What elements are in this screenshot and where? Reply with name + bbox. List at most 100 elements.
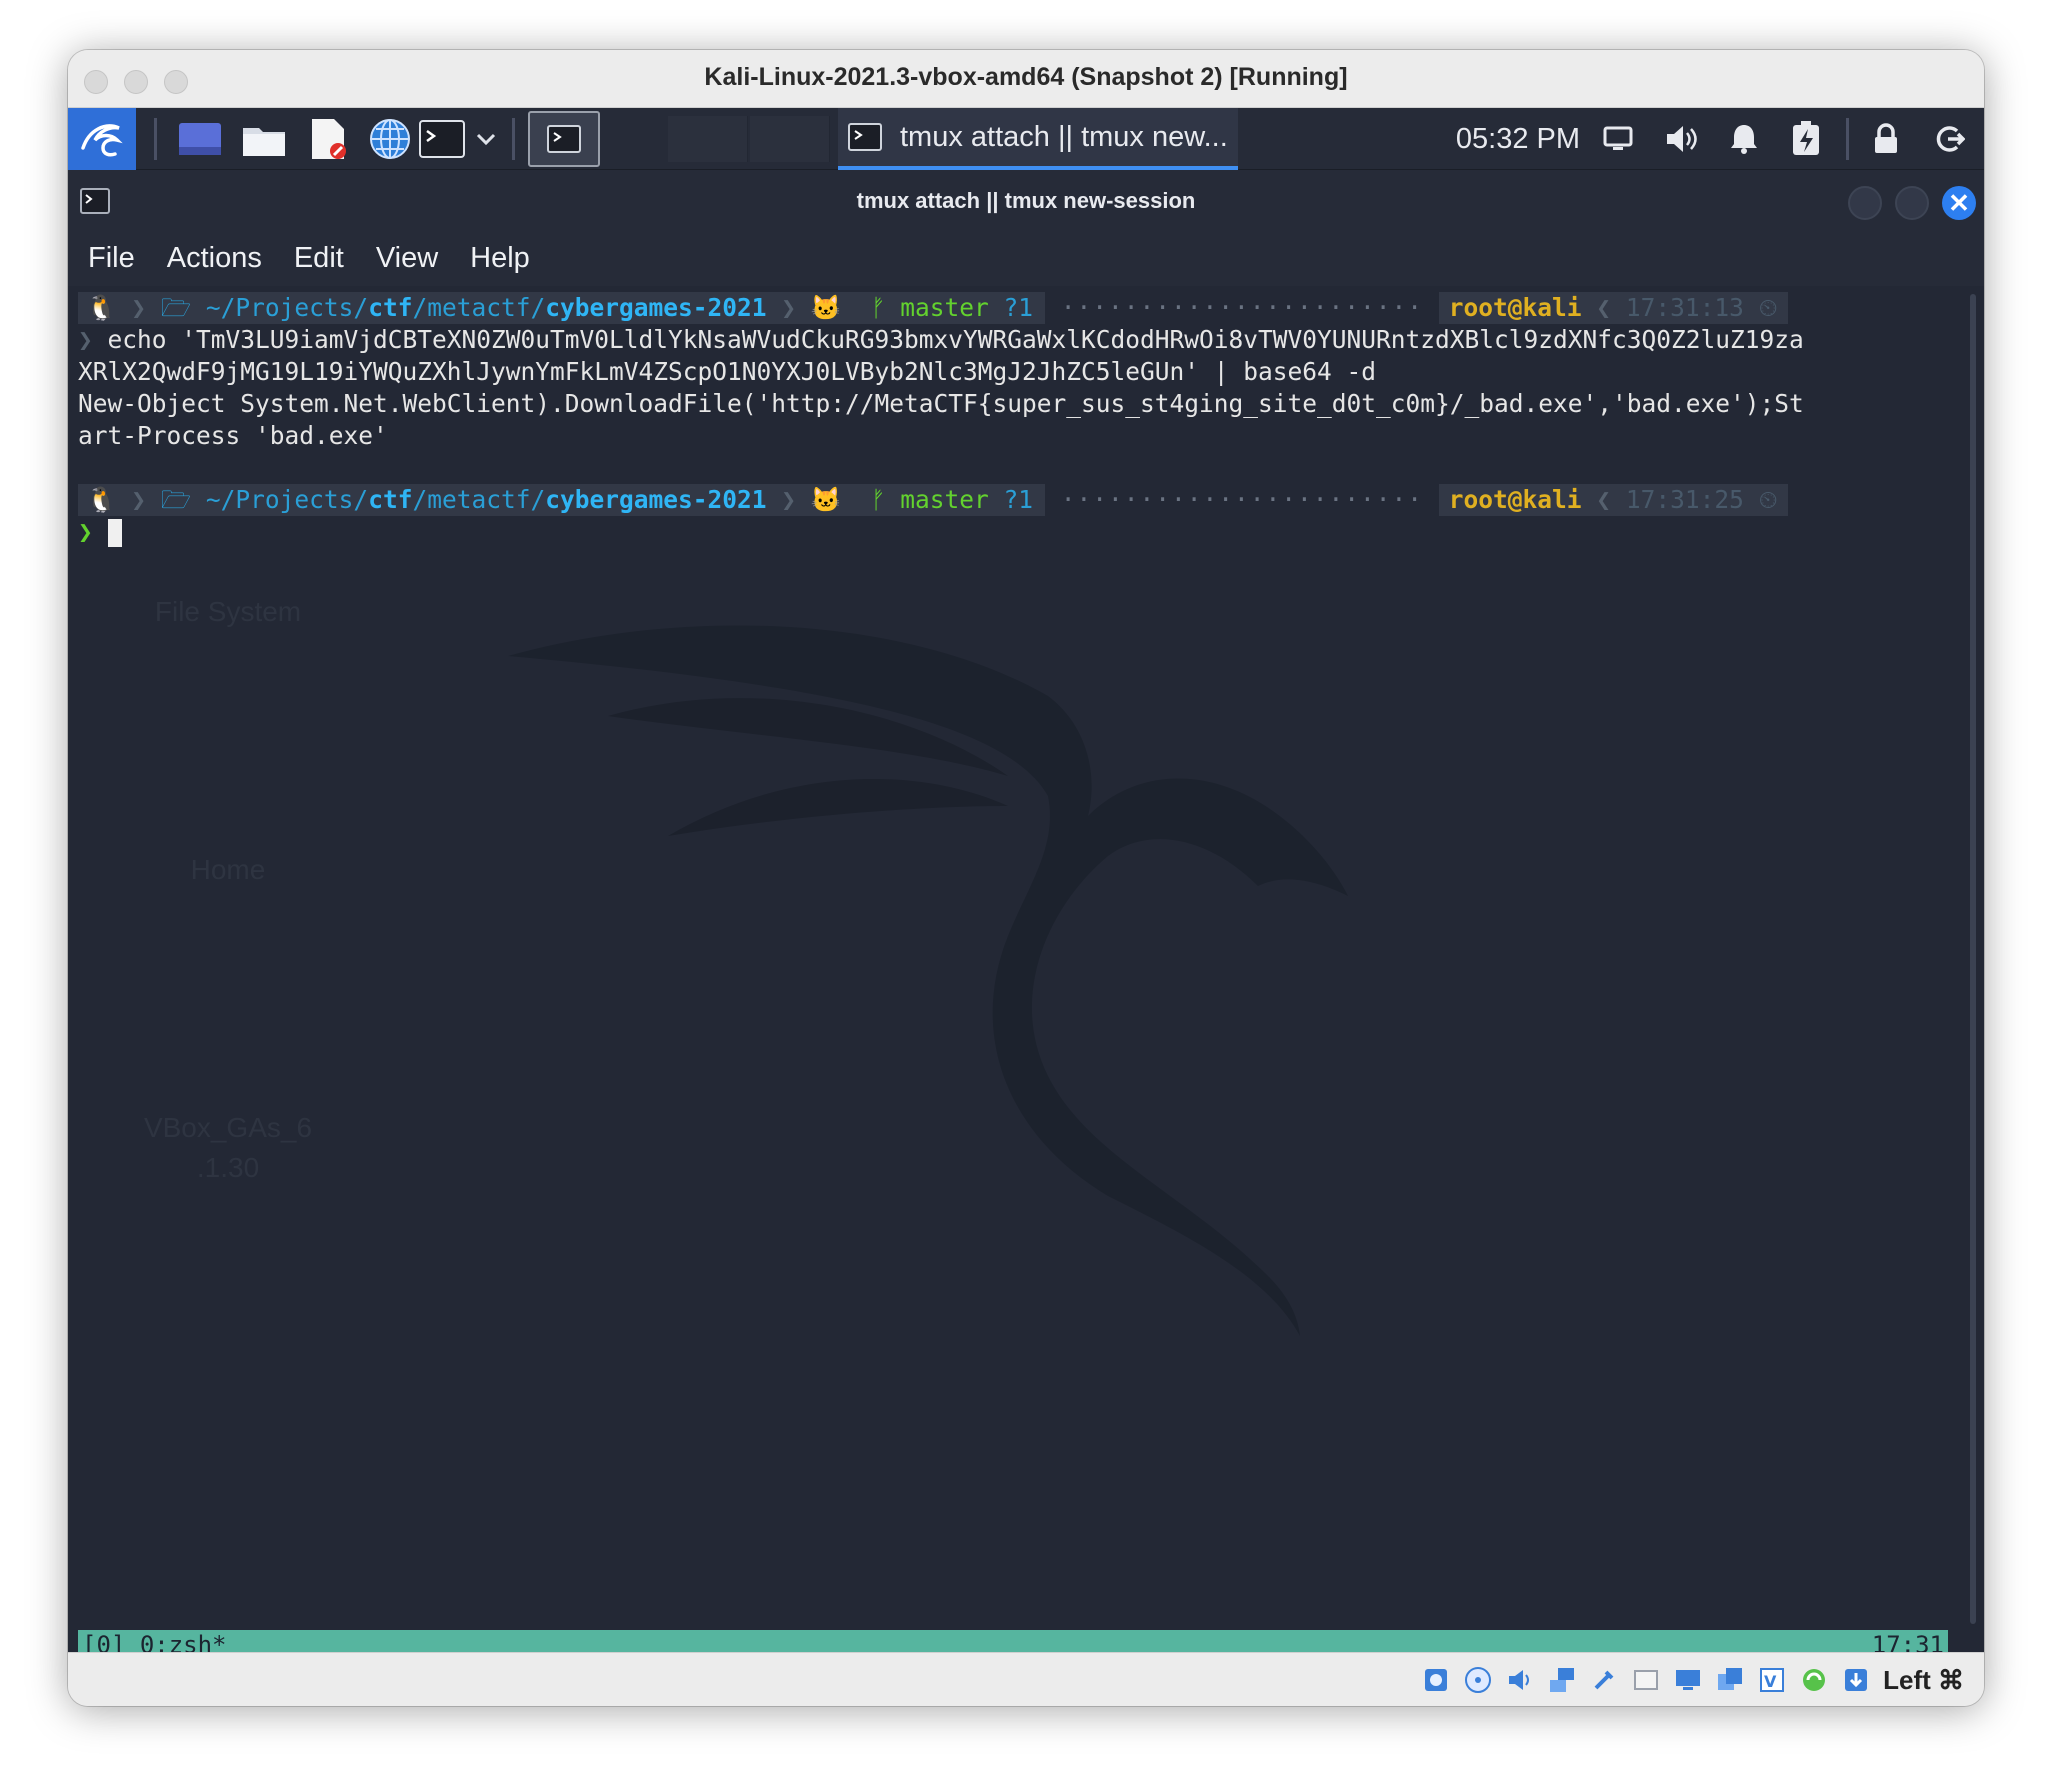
tmux-time: 17:31 — [1871, 1631, 1944, 1652]
prompt-path: ~/Projects/ — [205, 293, 369, 322]
prompt-time: 17:31:13 — [1625, 293, 1744, 322]
clock-icon: ⏲ — [1743, 293, 1778, 322]
hard-disk-icon[interactable] — [1421, 1665, 1451, 1695]
prompt-path: ctf — [368, 485, 413, 514]
terminal-content[interactable]: File System Home VBox_GAs_6 .1.30 🐧 ❯ 🗁 … — [68, 286, 1984, 1652]
output-line: New-Object System.Net.WebClient).Downloa… — [78, 389, 1804, 418]
volume-icon[interactable] — [1656, 108, 1708, 170]
command-line: ❯ echo 'TmV3LU9iamVjdCBTeXN0ZW0uTmV0Lldl… — [78, 324, 1968, 356]
virtualbox-window: Kali-Linux-2021.3-vbox-amd64 (Snapshot 2… — [68, 50, 1984, 1706]
taskbar-window-title: tmux attach || tmux new... — [900, 120, 1228, 153]
folder-icon: 🗁 — [160, 485, 206, 514]
display-settings-icon[interactable] — [1673, 1665, 1703, 1695]
prompt-filler: ······················· — [1045, 485, 1439, 514]
prompt-separator: ❮ — [1581, 293, 1626, 322]
prompt-separator: ❮ — [1581, 485, 1626, 514]
git-branch: master — [900, 485, 989, 514]
workspace-slot[interactable] — [750, 116, 830, 162]
menu-help[interactable]: Help — [470, 242, 530, 275]
notifications-bell-icon[interactable] — [1718, 108, 1770, 170]
linux-penguin-icon: 🐧 — [86, 293, 117, 322]
prompt-bar: 🐧 ❯ 🗁 ~/Projects/ctf/metactf/cybergames-… — [78, 292, 1968, 324]
github-icon: 🐱 — [810, 485, 857, 514]
optical-drive-icon[interactable] — [1463, 1665, 1493, 1695]
prompt-arrow: ❯ — [78, 517, 108, 546]
terminal-output: 🐧 ❯ 🗁 ~/Projects/ctf/metactf/cybergames-… — [78, 292, 1968, 548]
prompt-path: ctf — [368, 293, 413, 322]
terminal-scrollbar[interactable] — [1970, 294, 1976, 1624]
git-branch-icon: ᚠ — [856, 293, 901, 322]
prompt-separator: ❯ — [116, 293, 161, 322]
prompt-path: ~/Projects/ — [205, 485, 369, 514]
terminal-close-button[interactable]: ✕ — [1942, 186, 1976, 220]
file-manager-icon[interactable] — [236, 108, 292, 170]
output-line: art-Process 'bad.exe' — [78, 421, 388, 450]
panel-clock[interactable]: 05:32 PM — [1448, 108, 1588, 170]
text-editor-icon[interactable] — [300, 108, 356, 170]
terminal-minimize-button[interactable] — [1848, 186, 1882, 220]
input-line[interactable]: ❯ — [78, 516, 1968, 548]
menu-view[interactable]: View — [376, 242, 438, 275]
panel-separator — [512, 118, 515, 160]
audio-icon[interactable] — [1505, 1665, 1535, 1695]
git-status: ?1 — [1003, 293, 1034, 322]
logout-icon[interactable] — [1924, 108, 1976, 170]
recording-icon[interactable] — [1715, 1665, 1745, 1695]
prompt-arrow: ❯ — [78, 325, 108, 354]
prompt-right-segment: root@kali ❮ 17:31:13 ⏲ — [1438, 292, 1788, 324]
prompt-separator: ❯ — [116, 485, 161, 514]
prompt-right-segment: root@kali ❮ 17:31:25 ⏲ — [1438, 484, 1788, 516]
kali-menu-button[interactable] — [68, 108, 136, 170]
prompt-left-segment: 🐧 ❯ 🗁 ~/Projects/ctf/metactf/cybergames-… — [78, 292, 1046, 324]
terminal-launcher-icon[interactable] — [416, 108, 504, 170]
window-title: Kali-Linux-2021.3-vbox-amd64 (Snapshot 2… — [704, 63, 1348, 91]
cpu-icon[interactable]: V — [1757, 1665, 1787, 1695]
show-desktop-icon[interactable] — [172, 108, 228, 170]
prompt-bar: 🐧 ❯ 🗁 ~/Projects/ctf/metactf/cybergames-… — [78, 484, 1968, 516]
desktop-icon-label: VBox_GAs_6 — [143, 1112, 313, 1143]
vm-screen[interactable]: tmux attach || tmux new... 05:32 PM tmux… — [68, 108, 1984, 1652]
menu-actions[interactable]: Actions — [167, 242, 262, 275]
prompt-path: /metactf/ — [412, 485, 546, 514]
terminal-titlebar[interactable]: tmux attach || tmux new-session ✕ — [68, 170, 1984, 230]
network-icon[interactable] — [1547, 1665, 1577, 1695]
menu-edit[interactable]: Edit — [294, 242, 344, 275]
display-icon[interactable] — [1592, 108, 1644, 170]
close-icon: ✕ — [1948, 187, 1970, 218]
mouse-integration-icon[interactable] — [1841, 1665, 1871, 1695]
prompt-separator: ❯ — [766, 293, 811, 322]
kali-dragon-wallpaper — [508, 625, 1348, 1336]
command-line: XRlX2QwdF9jMG19L19iYWQuZXhlJywnYmFkLmV4Z… — [78, 357, 1377, 386]
terminal-maximize-button[interactable] — [1895, 186, 1929, 220]
lock-screen-icon[interactable] — [1860, 108, 1912, 170]
web-browser-icon[interactable] — [362, 108, 418, 170]
text-cursor — [107, 519, 122, 547]
tmux-session-info: [0] 0:zsh* — [82, 1630, 227, 1652]
desktop-icon-label: Home — [190, 854, 266, 885]
menu-file[interactable]: File — [88, 242, 135, 275]
tmux-window-tab[interactable]: 0:zsh* — [140, 1631, 227, 1652]
prompt-time: 17:31:25 — [1625, 485, 1744, 514]
taskbar-active-window[interactable]: tmux attach || tmux new... — [838, 108, 1238, 170]
panel-separator — [1846, 118, 1849, 160]
terminal-icon — [848, 123, 882, 151]
kali-dragon-icon — [81, 124, 123, 157]
top-panel: tmux attach || tmux new... 05:32 PM — [68, 108, 1984, 170]
folder-icon: 🗁 — [160, 293, 206, 322]
workspace-terminal-button[interactable] — [528, 111, 600, 167]
desktop-icon-label: .1.30 — [196, 1152, 260, 1183]
virtualbox-status-bar: V Left ⌘ — [68, 1652, 1984, 1706]
guest-additions-icon[interactable] — [1799, 1665, 1829, 1695]
power-battery-icon[interactable] — [1780, 108, 1832, 170]
status-indicators: V Left ⌘ — [1409, 1661, 1964, 1699]
svg-text:V: V — [1764, 1672, 1777, 1691]
prompt-separator: ❯ — [766, 485, 811, 514]
host-key-label: Left ⌘ — [1883, 1664, 1964, 1695]
shared-folders-icon[interactable] — [1631, 1665, 1661, 1695]
usb-icon[interactable] — [1589, 1665, 1619, 1695]
clock-icon: ⏲ — [1743, 485, 1778, 514]
command-text: echo 'TmV3LU9iamVjdCBTeXN0ZW0uTmV0LldlYk… — [107, 325, 1804, 354]
mac-titlebar: Kali-Linux-2021.3-vbox-amd64 (Snapshot 2… — [68, 50, 1984, 108]
workspace-slot[interactable] — [668, 116, 748, 162]
